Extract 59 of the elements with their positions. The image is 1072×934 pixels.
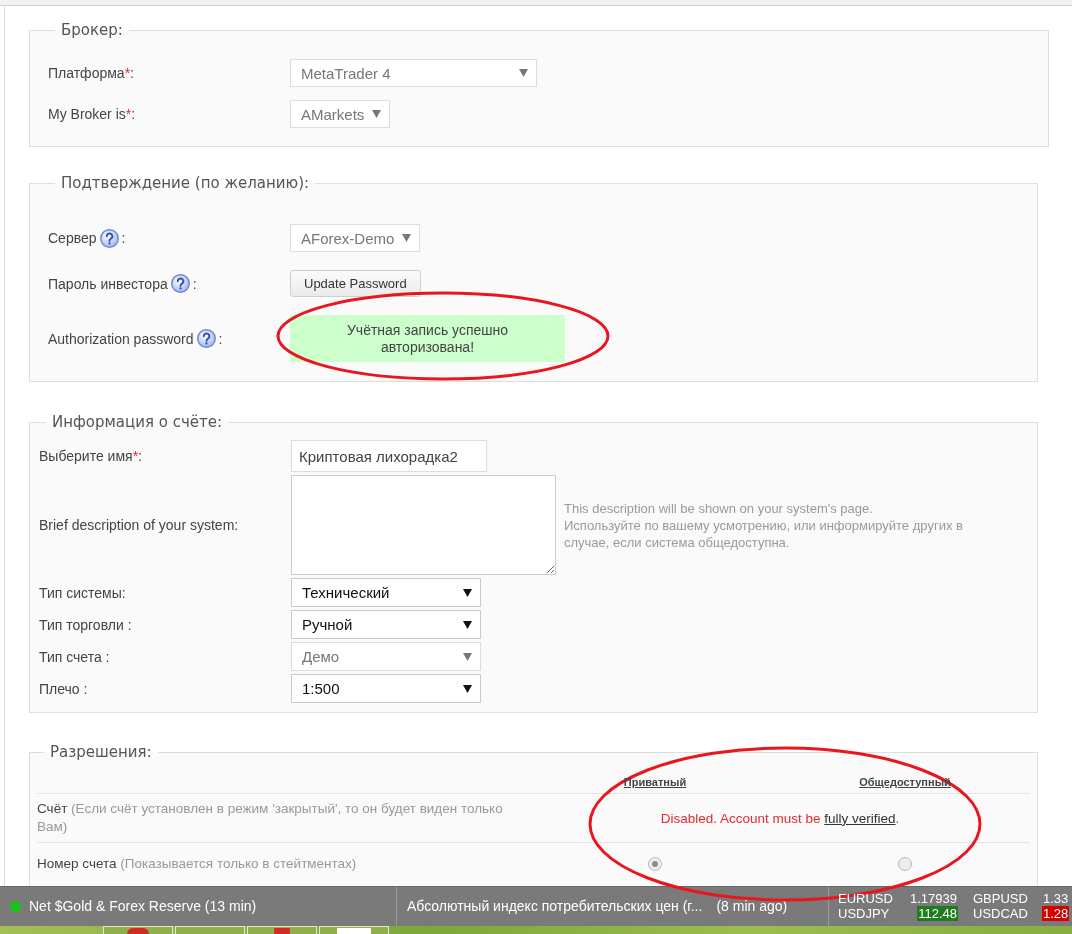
field-label: Тип торговли :: [39, 615, 132, 634]
caret-icon: [463, 652, 472, 661]
price-value: 1.28: [1042, 906, 1070, 921]
field-label: Выберите имя*:: [39, 447, 142, 465]
caret-icon: [463, 588, 472, 597]
caret-icon: [463, 684, 472, 693]
currency-symbol: EURUSD: [838, 891, 893, 906]
taskbar-button[interactable]: [319, 926, 389, 934]
section-legend: Информация о счёте:: [46, 413, 229, 431]
label-colon: :: [218, 329, 223, 348]
section-legend: Разрешения:: [44, 743, 158, 761]
field-label: Сервер: [48, 229, 97, 247]
dropdown[interactable]: 1:500: [291, 674, 481, 703]
help-icon[interactable]: [196, 329, 216, 348]
label-colon: :: [192, 274, 197, 293]
field-label: Плечо :: [39, 679, 88, 698]
field-label: My Broker is*:: [48, 105, 136, 123]
news-title[interactable]: Абсолютный индекс потребительских цен (г...: [407, 898, 703, 915]
hint-text: Используйте по вашему усмотрению, или информируйте других в случае, если система общедоступна.: [564, 516, 964, 551]
name-field[interactable]: Криптовая лихорадка2: [291, 440, 487, 472]
price-value: 112.48: [917, 906, 958, 921]
error-message: Disabled. Account must be fully verified.: [660, 809, 900, 828]
app-icon: [274, 928, 290, 934]
update-password-button[interactable]: Update Password: [290, 270, 421, 297]
section-legend: Подтверждение (по желанию):: [55, 174, 316, 192]
label-colon: :: [121, 229, 126, 247]
field-label: Тип системы:: [39, 583, 126, 602]
price-value: 1.33: [1042, 891, 1070, 906]
taskbar-button[interactable]: [247, 926, 317, 934]
caret-icon: [519, 69, 528, 77]
column-header: Приватный: [623, 775, 687, 788]
news-time: (8 min ago): [716, 898, 788, 915]
dropdown[interactable]: Технический: [291, 578, 481, 607]
app-icon: [127, 928, 149, 934]
help-icon[interactable]: [99, 228, 119, 248]
hint-text: This description will be shown on your system's page.: [564, 499, 874, 517]
caret-icon: [372, 110, 382, 118]
taskbar-button[interactable]: [103, 926, 173, 934]
field-label: Тип счета :: [39, 647, 110, 666]
currency-symbol: USDJPY: [838, 906, 890, 921]
currency-symbol: USDCAD: [973, 906, 1028, 921]
section-legend: Брокер:: [55, 21, 129, 39]
caret-icon: [463, 620, 472, 629]
permission-label: Номер счета (Показывается только в стейтментах): [37, 854, 358, 873]
help-icon[interactable]: [170, 274, 190, 293]
field-label: Authorization password: [48, 329, 194, 348]
dropdown[interactable]: Ручной: [291, 610, 481, 639]
app-icon: [337, 928, 371, 934]
permission-label: Счёт (Если счёт установлен в режим 'закрытый', то он будет виден только Вам): [37, 799, 504, 836]
news-title[interactable]: Net $Gold & Forex Reserve (13 min): [29, 898, 257, 915]
price-value: 1.17939: [909, 891, 958, 906]
success-message: Учётная запись успешно авторизована!: [290, 315, 565, 362]
currency-symbol: GBPUSD: [973, 891, 1028, 906]
verify-link[interactable]: fully verified: [824, 810, 896, 826]
caret-icon: [402, 234, 412, 242]
description-field[interactable]: [291, 475, 556, 575]
field-label: Пароль инвестора: [48, 274, 168, 293]
field-label: Платформа*:: [48, 64, 134, 82]
field-label: Brief description of your system:: [39, 516, 239, 534]
